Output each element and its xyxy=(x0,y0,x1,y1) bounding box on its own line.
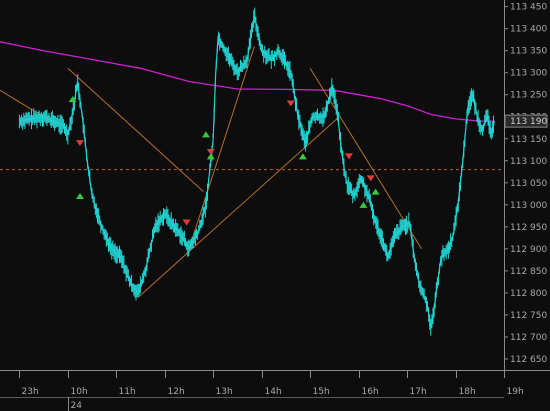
price-tick-label: 113 100 xyxy=(510,157,547,167)
price-tick-label: 112 850 xyxy=(510,267,547,277)
date-label: 24 xyxy=(71,401,83,411)
sell-signal-arrow[interactable] xyxy=(286,100,295,107)
price-tick-label: 112 900 xyxy=(510,245,547,255)
sell-signal-arrow[interactable] xyxy=(206,148,215,155)
buy-signal-arrow[interactable] xyxy=(75,193,84,200)
trendline-4[interactable] xyxy=(188,46,255,250)
time-tick-label: 10h xyxy=(71,387,88,397)
buy-signal-arrow[interactable] xyxy=(298,153,307,160)
price-chart[interactable]: 113 450113 400113 350113 300113 250113 2… xyxy=(0,0,550,411)
price-tick-label: 112 700 xyxy=(510,333,547,343)
price-tick-bars xyxy=(18,7,494,336)
price-line xyxy=(19,15,495,329)
trendline-3[interactable] xyxy=(137,116,340,298)
buy-signal-arrow[interactable] xyxy=(359,201,368,208)
time-tick-label: 18h xyxy=(459,387,476,397)
last-price-label: 113 190 xyxy=(510,117,547,127)
time-tick-label: 13h xyxy=(216,387,233,397)
price-tick-label: 113 250 xyxy=(510,91,547,101)
time-tick-label: 17h xyxy=(410,387,427,397)
time-tick-label: 19h xyxy=(507,387,524,397)
time-tick-label: 23h xyxy=(22,387,39,397)
time-tick-label: 16h xyxy=(362,387,379,397)
price-tick-label: 112 650 xyxy=(510,355,547,365)
buy-signal-arrow[interactable] xyxy=(201,131,210,138)
buy-signal-arrow[interactable] xyxy=(371,188,380,195)
sell-signal-arrow[interactable] xyxy=(75,140,84,147)
time-tick-label: 12h xyxy=(168,387,185,397)
price-tick-label: 112 800 xyxy=(510,289,547,299)
chart-window: 113 450113 400113 350113 300113 250113 2… xyxy=(0,0,550,411)
price-tick-label: 113 300 xyxy=(510,69,547,79)
price-tick-label: 113 050 xyxy=(510,179,547,189)
price-tick-label: 113 450 xyxy=(510,3,547,13)
sell-signal-arrow[interactable] xyxy=(366,175,375,182)
price-tick-label: 113 000 xyxy=(510,201,547,211)
time-tick-label: 15h xyxy=(313,387,330,397)
time-tick-label: 11h xyxy=(119,387,136,397)
price-tick-label: 113 150 xyxy=(510,135,547,145)
price-tick-label: 113 400 xyxy=(510,25,547,35)
sell-signal-arrow[interactable] xyxy=(344,153,353,160)
price-tick-label: 113 350 xyxy=(510,47,547,57)
price-tick-label: 112 950 xyxy=(510,223,547,233)
sell-signal-arrow[interactable] xyxy=(182,219,191,226)
time-tick-label: 14h xyxy=(265,387,282,397)
price-tick-label: 112 750 xyxy=(510,311,547,321)
